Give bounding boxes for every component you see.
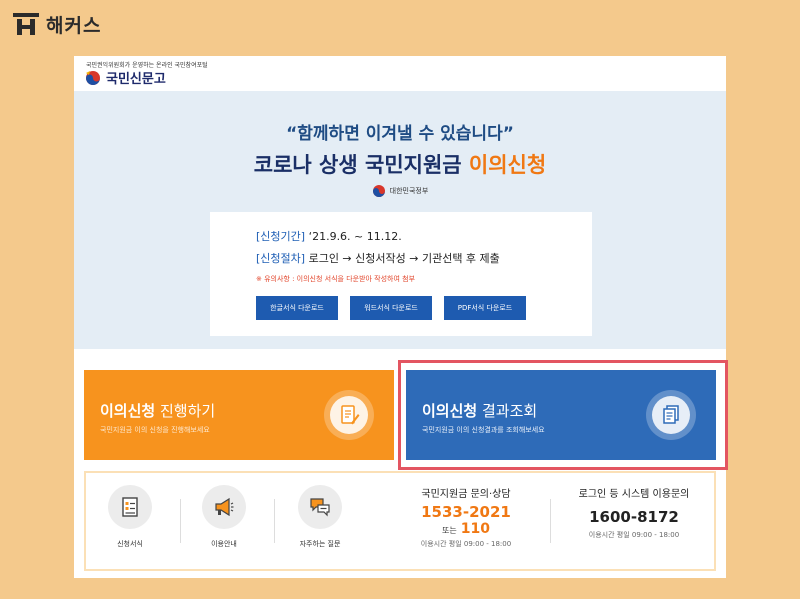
apply-card-title-rest: 진행하기 <box>155 402 216 420</box>
gov-badge: 대한민국정부 <box>74 184 726 198</box>
apply-card-title: 이의신청 진행하기 <box>100 400 215 421</box>
hero-banner: “함께하면 이겨낼 수 있습니다” 코로나 상생 국민지원금 이의신청 대한민국… <box>74 91 726 349</box>
service-contact-bar: 신청서식 이용안내 자주하는 질문 국민지원금 문의·상담 1533-2021 … <box>84 471 716 571</box>
hero-title-main: 코로나 상생 국민지원금 <box>253 153 469 177</box>
support-or-label: 또는 <box>442 526 457 535</box>
process-line: [신청절차] 로그인 → 신청서작성 → 기관선택 후 제출 <box>256 250 500 266</box>
divider <box>180 499 181 543</box>
apply-card-subtitle: 국민지원금 이의 신청을 진행해보세요 <box>100 426 210 434</box>
download-hwp-button[interactable]: 한글서식 다운로드 <box>256 296 338 320</box>
taegeuk-icon <box>372 185 385 197</box>
apply-objection-card[interactable]: 이의신청 진행하기 국민지원금 이의 신청을 진행해보세요 <box>84 370 394 460</box>
portal-header: 국민권익위원회가 운영하는 온라인 국민참여포털 국민신문고 <box>74 56 726 91</box>
download-word-button[interactable]: 워드서식 다운로드 <box>350 296 432 320</box>
hackers-logo-icon <box>12 11 40 37</box>
support-alt-line: 또는 110 <box>386 521 546 537</box>
service-form-label: 신청서식 <box>117 540 143 548</box>
highlight-frame <box>398 360 728 470</box>
hero-title-accent: 이의신청 <box>468 153 547 177</box>
process-key: [신청절차] <box>256 252 306 265</box>
megaphone-icon <box>202 485 246 529</box>
apply-card-title-bold: 이의신청 <box>100 402 156 420</box>
support-alt-phone[interactable]: 110 <box>461 521 490 537</box>
caution-note: ※ 유의사항 : 이의신청 서식을 다운받아 작성하여 첨부 <box>256 275 416 283</box>
support-contact-title: 국민지원금 문의·상담 <box>421 489 511 500</box>
service-faq-label: 자주하는 질문 <box>299 540 341 548</box>
process-value: 로그인 → 신청서작성 → 기관선택 후 제출 <box>305 252 500 265</box>
period-line: [신청기간] ‘21.9.6. ~ 11.12. <box>256 228 402 244</box>
service-guide-label: 이용안내 <box>211 540 237 548</box>
service-guide[interactable]: 이용안내 <box>194 485 254 549</box>
hackers-logo: 해커스 <box>12 10 101 38</box>
main-panel: 국민권익위원회가 운영하는 온라인 국민참여포털 국민신문고 “함께하면 이겨낼… <box>74 56 728 578</box>
divider <box>550 499 551 543</box>
service-form[interactable]: 신청서식 <box>100 485 160 549</box>
system-phone[interactable]: 1600-8172 <box>554 508 714 526</box>
hackers-logo-text: 해커스 <box>46 14 102 37</box>
system-hours: 이용시간 평일 09:00 - 18:00 <box>588 531 680 539</box>
divider <box>274 499 275 543</box>
system-contact: 로그인 등 시스템 이용문의 1600-8172 이용시간 평일 09:00 -… <box>554 485 714 540</box>
support-contact: 국민지원금 문의·상담 1533-2021 또는 110 이용시간 평일 09:… <box>386 485 546 549</box>
support-hours: 이용시간 평일 09:00 - 18:00 <box>420 540 512 548</box>
taegeuk-logo-icon <box>86 70 100 85</box>
form-checklist-icon <box>108 485 152 529</box>
support-phone[interactable]: 1533-2021 <box>386 503 546 521</box>
hero-quote: “함께하면 이겨낼 수 있습니다” <box>286 124 514 144</box>
period-key: [신청기간] <box>256 230 306 243</box>
document-pen-icon <box>324 390 374 440</box>
download-buttons: 한글서식 다운로드 워드서식 다운로드 PDF서식 다운로드 <box>256 296 526 320</box>
hero-title: 코로나 상생 국민지원금 이의신청 <box>74 149 726 179</box>
portal-logo-text: 국민신문고 <box>106 72 166 87</box>
service-faq[interactable]: 자주하는 질문 <box>290 485 350 549</box>
chat-bubbles-icon <box>298 485 342 529</box>
period-value: ‘21.9.6. ~ 11.12. <box>305 230 402 243</box>
info-box: [신청기간] ‘21.9.6. ~ 11.12. [신청절차] 로그인 → 신청… <box>210 212 592 336</box>
download-pdf-button[interactable]: PDF서식 다운로드 <box>444 296 526 320</box>
system-contact-title: 로그인 등 시스템 이용문의 <box>578 489 690 500</box>
portal-logo[interactable]: 국민신문고 <box>84 68 166 87</box>
gov-label: 대한민국정부 <box>389 187 429 195</box>
